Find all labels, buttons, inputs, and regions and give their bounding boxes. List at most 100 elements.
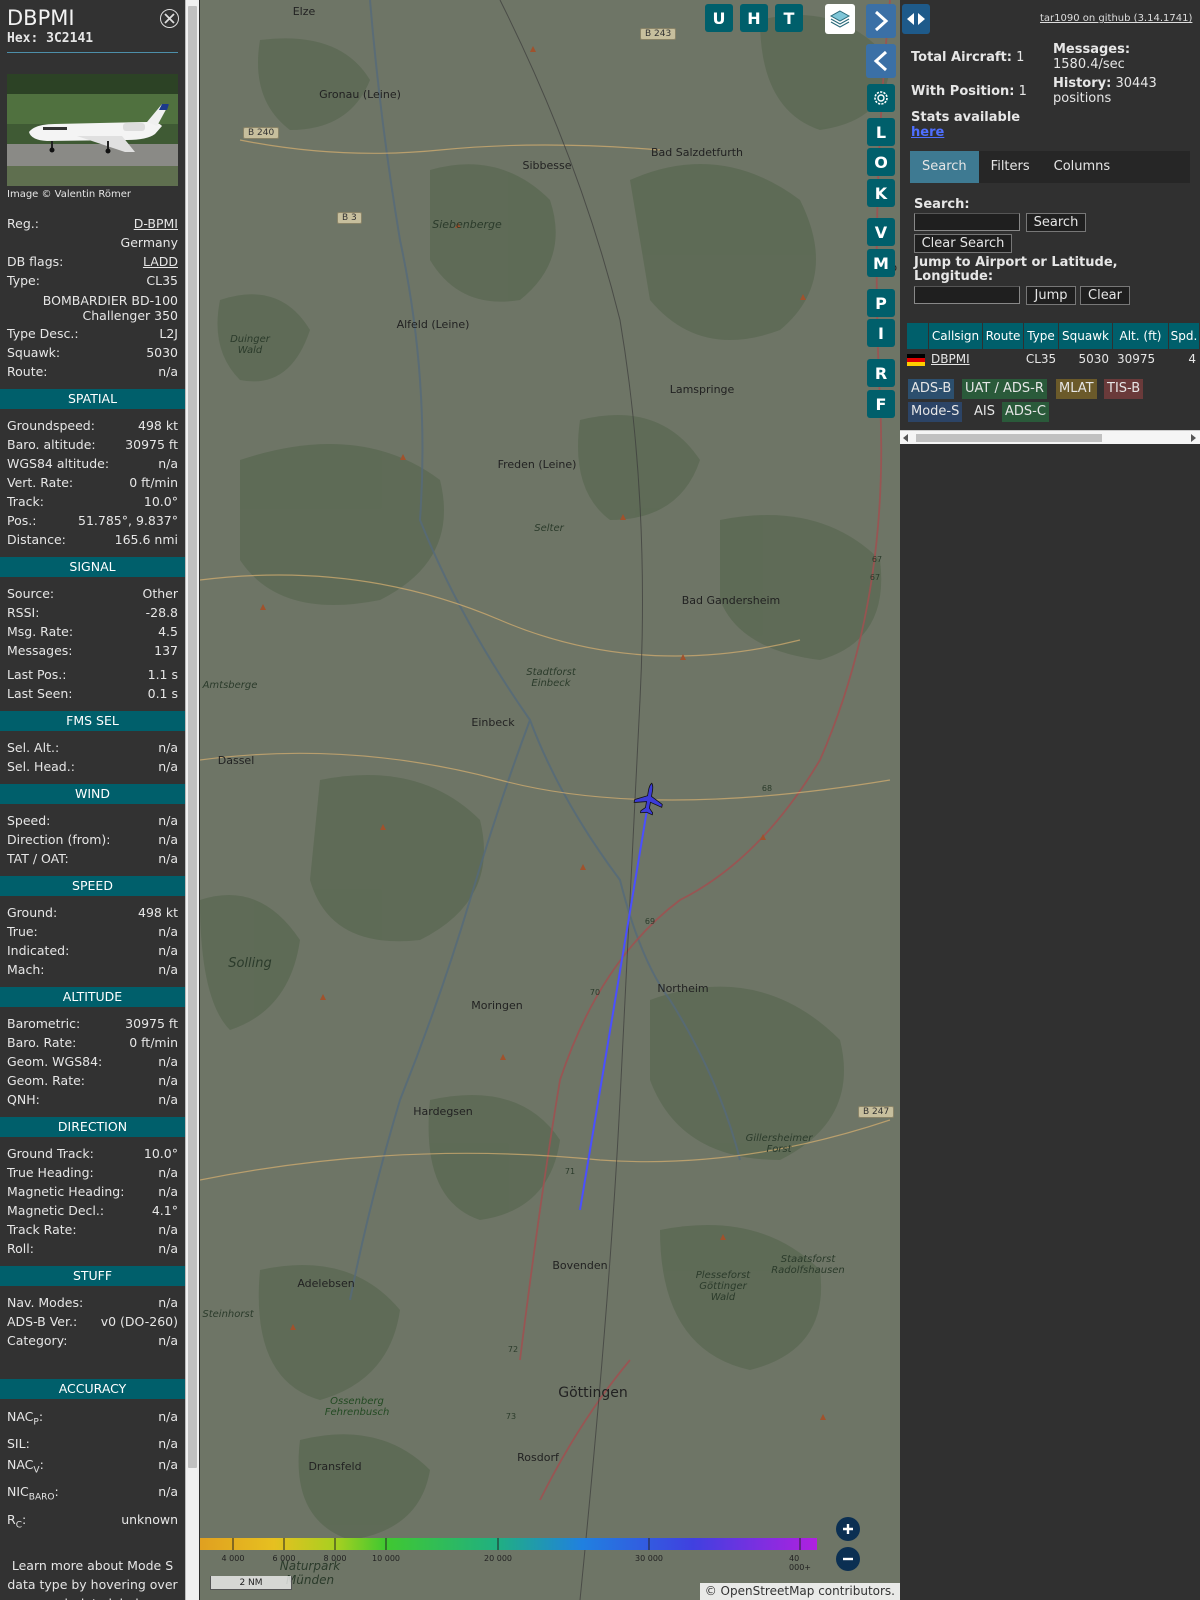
aircraft-list-panel: tar1090 on github (3.14.1741) Total Airc… <box>900 0 1200 1600</box>
expand-sidebar-button[interactable] <box>866 4 896 38</box>
row-nicbaro: NICBARO: n/a <box>7 1484 178 1503</box>
row-vert-rate: Vert. Rate: 0 ft/min <box>7 475 178 490</box>
column-type[interactable]: Type <box>1024 323 1058 349</box>
layers-button[interactable] <box>825 4 855 34</box>
section-wind: WIND <box>0 784 185 804</box>
search-input[interactable] <box>914 213 1020 231</box>
aircraft-photo[interactable] <box>7 74 178 186</box>
road-shield: B 240 <box>243 127 280 139</box>
collapse-sidebar-button[interactable] <box>866 44 896 78</box>
wind-rows: Speed: n/a Direction (from): n/a TAT / OAT… <box>0 811 185 868</box>
tab-search[interactable]: Search <box>910 151 979 183</box>
column-altitude[interactable]: Alt. (ft) <box>1113 323 1168 349</box>
column-callsign[interactable]: Callsign <box>929 323 982 349</box>
map-button-l[interactable]: L <box>867 118 895 146</box>
row-rc: RC: unknown <box>7 1511 178 1531</box>
map-label-area: Amtsberge <box>202 680 258 691</box>
row-groundspeed: Groundspeed: 498 kt <box>7 418 178 433</box>
map-label-town: Alfeld (Leine) <box>396 318 470 331</box>
map-button-o[interactable]: O <box>867 148 895 176</box>
map-button-k[interactable]: K <box>867 179 895 207</box>
info-row-typedesc: Type Desc.: L2J <box>7 326 178 341</box>
map-button-i[interactable]: I <box>867 319 895 347</box>
row-last-seen: Last Seen: 0.1 s <box>7 686 178 701</box>
registration-link[interactable]: D-BPMI <box>134 214 178 233</box>
map-label-area: Plesseforst Göttinger Wald <box>695 1270 751 1303</box>
callsign-cell[interactable]: DBPMI <box>929 349 982 369</box>
total-aircraft: Total Aircraft: 1 <box>911 50 1025 65</box>
minus-icon <box>843 1557 853 1561</box>
map-button-f[interactable]: F <box>867 390 895 418</box>
jump-button[interactable]: Jump <box>1026 286 1076 305</box>
section-speed: SPEED <box>0 876 185 896</box>
scroll-left-icon[interactable] <box>903 434 909 442</box>
stats-link[interactable]: here <box>911 125 944 140</box>
zoom-out-button[interactable] <box>836 1547 860 1571</box>
map-button-h[interactable]: H <box>740 4 768 32</box>
column-route[interactable]: Route <box>983 323 1023 349</box>
version-link[interactable]: tar1090 on github (3.14.1741) <box>1040 13 1192 24</box>
map-label-area: Staatsforst Radolfshausen <box>771 1254 845 1276</box>
db-flags-link[interactable]: LADD <box>143 252 178 271</box>
row-sel-head: Sel. Head.: n/a <box>7 759 178 774</box>
accuracy-rows: NACP: n/a SIL: n/a NACV: n/a NICBARO: n/a RC… <box>0 1406 185 1536</box>
close-button[interactable] <box>160 9 179 28</box>
map-button-t[interactable]: T <box>775 4 803 32</box>
tab-filters[interactable]: Filters <box>979 151 1042 183</box>
road-number: 71 <box>564 1167 576 1176</box>
map-attribution[interactable]: © OpenStreetMap contributors. <box>700 1583 900 1600</box>
toggle-panel-button[interactable] <box>902 4 930 34</box>
flag-cell <box>907 349 928 369</box>
map-button-v[interactable]: V <box>867 218 895 246</box>
info-rows: Reg.: D-BPMI Germany DB flags: LADD Type: C… <box>0 214 185 381</box>
road-number: 67 <box>871 555 883 564</box>
table-header: Callsign Route Type Squawk Alt. (ft) Spd… <box>907 323 1200 349</box>
row-rssi: RSSI: -28.8 <box>7 605 178 620</box>
fms-rows: Sel. Alt.: n/a Sel. Head.: n/a <box>0 738 185 776</box>
table-row[interactable]: DBPMI CL35 5030 30975 4 <box>907 349 1200 369</box>
map-label-town: Bad Gandersheim <box>681 594 781 607</box>
map-terrain <box>200 0 891 1600</box>
search-button[interactable]: Search <box>1026 213 1086 232</box>
map-label-area: Ossenberg Fehrenbusch <box>324 1396 390 1418</box>
column-speed[interactable]: Spd. <box>1169 323 1199 349</box>
horizontal-scroll-thumb[interactable] <box>916 434 1102 442</box>
map-label-town: Sibbesse <box>522 159 572 172</box>
scroll-right-icon[interactable] <box>1190 434 1196 442</box>
route-cell <box>983 349 1023 369</box>
map-button-r[interactable]: R <box>867 359 895 387</box>
map-label-area: Steinhorst <box>202 1309 254 1320</box>
row-nav-modes: Nav. Modes: n/a <box>7 1295 178 1310</box>
column-squawk[interactable]: Squawk <box>1059 323 1112 349</box>
sidebar-scroll-thumb[interactable] <box>188 6 197 1468</box>
section-direction: DIRECTION <box>0 1117 185 1137</box>
row-sel-alt: Sel. Alt.: n/a <box>7 740 178 755</box>
map-label-town: Bad Salzdetfurth <box>650 146 744 159</box>
map-button-m[interactable]: M <box>867 249 895 277</box>
table-horizontal-scrollbar[interactable] <box>900 430 1200 444</box>
speed-cell: 4 <box>1188 352 1196 366</box>
row-wind-speed: Speed: n/a <box>7 813 178 828</box>
tab-columns[interactable]: Columns <box>1042 151 1123 183</box>
map-button-u[interactable]: U <box>705 4 733 32</box>
road-number: 67 <box>869 573 881 582</box>
road-number: 69 <box>644 917 656 926</box>
settings-button[interactable] <box>867 84 895 112</box>
sidebar-scrollbar[interactable] <box>185 0 199 1600</box>
stats-available: Stats available here <box>911 110 1021 140</box>
row-nacv: NACV: n/a <box>7 1456 178 1476</box>
info-row-typename: BOMBARDIER BD-100 Challenger 350 <box>42 293 178 323</box>
road-shield: B 243 <box>640 28 677 40</box>
row-category: Category: n/a <box>7 1333 178 1348</box>
clear-button[interactable]: Clear <box>1080 286 1130 305</box>
map-button-p[interactable]: P <box>867 289 895 317</box>
map-label-area: Solling <box>228 956 272 971</box>
row-wind-direction: Direction (from): n/a <box>7 832 178 847</box>
zoom-in-button[interactable] <box>836 1517 860 1541</box>
clear-search-button[interactable]: Clear Search <box>914 234 1012 253</box>
jump-input[interactable] <box>914 286 1020 304</box>
close-icon <box>164 13 175 24</box>
row-baro-rate: Baro. Rate: 0 ft/min <box>7 1035 178 1050</box>
map-view[interactable]: Elze Gronau (Leine) Sibbesse Bad Salzdet… <box>200 0 900 1600</box>
column-flag[interactable] <box>907 323 928 349</box>
